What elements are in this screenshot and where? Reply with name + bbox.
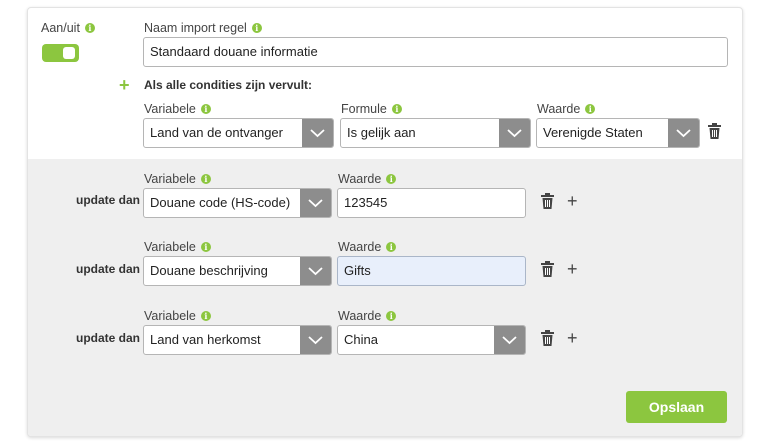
trash-icon[interactable] [708, 123, 721, 139]
condition-variabele-label: Variabele i [144, 102, 211, 116]
plus-icon[interactable]: + [567, 260, 578, 278]
trash-icon[interactable] [541, 193, 554, 209]
info-icon[interactable]: i [200, 104, 211, 114]
rule-name-label: Naam import regel i [144, 21, 262, 35]
info-icon[interactable]: i [200, 242, 211, 252]
trash-icon[interactable] [541, 261, 554, 277]
action-prefix: update dan [76, 193, 141, 207]
info-icon[interactable]: i [84, 23, 95, 33]
action-waarde-input[interactable]: 123545 [337, 188, 526, 218]
info-icon[interactable]: i [251, 23, 262, 33]
on-off-toggle[interactable] [42, 44, 79, 62]
chevron-down-icon[interactable] [300, 326, 331, 354]
info-icon[interactable]: i [386, 242, 397, 252]
info-icon[interactable]: i [200, 174, 211, 184]
info-icon[interactable]: i [386, 174, 397, 184]
chevron-down-icon[interactable] [302, 119, 333, 147]
chevron-down-icon[interactable] [494, 326, 525, 354]
trash-icon[interactable] [541, 330, 554, 346]
import-rule-card: Aan/uit i Naam import regel i Standaard … [27, 7, 743, 437]
condition-variabele-select[interactable]: Land van de ontvanger [143, 118, 334, 148]
info-icon[interactable]: i [200, 311, 211, 321]
action-variabele-select[interactable]: Douane beschrijving [143, 256, 332, 286]
action-waarde-select[interactable]: China [337, 325, 526, 355]
action-prefix: update dan [76, 262, 141, 276]
action-variabele-label: Variabele i [144, 172, 211, 186]
condition-waarde-select[interactable]: Verenigde Staten [536, 118, 700, 148]
save-button[interactable]: Opslaan [626, 391, 727, 423]
action-variabele-select[interactable]: Land van herkomst [143, 325, 332, 355]
toggle-knob [63, 47, 75, 59]
action-waarde-label: Waarde i [338, 309, 397, 323]
action-waarde-label: Waarde i [338, 240, 397, 254]
condition-waarde-label: Waarde i [537, 102, 596, 116]
info-icon[interactable]: i [585, 104, 596, 114]
info-icon[interactable]: i [391, 104, 402, 114]
action-waarde-input[interactable]: Gifts [337, 256, 526, 286]
action-variabele-label: Variabele i [144, 309, 211, 323]
chevron-down-icon[interactable] [300, 189, 331, 217]
info-icon[interactable]: i [386, 311, 397, 321]
condition-formule-label: Formule i [341, 102, 402, 116]
action-waarde-label: Waarde i [338, 172, 397, 186]
action-variabele-label: Variabele i [144, 240, 211, 254]
condition-formule-select[interactable]: Is gelijk aan [340, 118, 531, 148]
action-variabele-select[interactable]: Douane code (HS-code) [143, 188, 332, 218]
add-condition-plus-icon[interactable]: + [119, 76, 130, 94]
conditions-heading: Als alle condities zijn vervult: [144, 78, 313, 92]
plus-icon[interactable]: + [567, 192, 578, 210]
plus-icon[interactable]: + [567, 329, 578, 347]
chevron-down-icon[interactable] [300, 257, 331, 285]
chevron-down-icon[interactable] [499, 119, 530, 147]
rule-name-input[interactable]: Standaard douane informatie [143, 37, 728, 67]
toggle-label: Aan/uit i [41, 21, 95, 35]
action-prefix: update dan [76, 331, 141, 345]
chevron-down-icon[interactable] [668, 119, 699, 147]
